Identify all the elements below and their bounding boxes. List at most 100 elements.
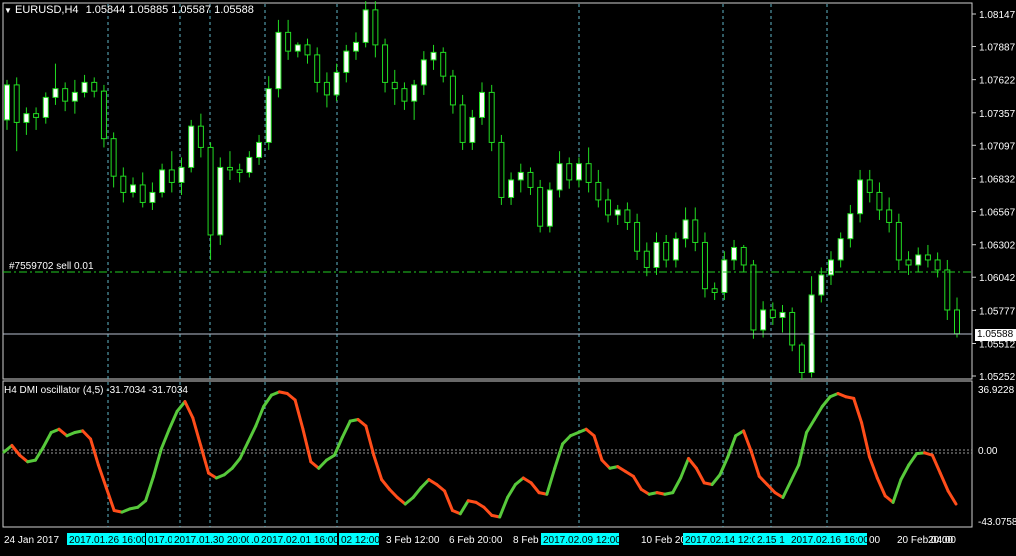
candle[interactable] xyxy=(575,157,582,188)
candle[interactable] xyxy=(924,244,931,268)
candle[interactable] xyxy=(508,172,515,205)
candle[interactable] xyxy=(760,301,767,338)
candle[interactable] xyxy=(323,72,330,108)
candle[interactable] xyxy=(149,182,156,210)
candle[interactable] xyxy=(33,107,40,130)
candle[interactable] xyxy=(197,113,204,158)
candle[interactable] xyxy=(479,82,485,125)
order-label[interactable]: #7559702 sell 0.01 xyxy=(9,261,94,272)
candle[interactable] xyxy=(818,267,825,303)
candle[interactable] xyxy=(120,167,127,203)
candle[interactable] xyxy=(391,69,398,105)
mt4-chart-window[interactable]: 1.08147 1.07887 1.07622 1.07357 1.07097 1.068… xyxy=(0,0,1016,551)
candle[interactable] xyxy=(527,167,534,195)
candle[interactable] xyxy=(827,251,834,285)
candle[interactable] xyxy=(62,82,69,112)
candle[interactable] xyxy=(372,1,379,58)
candle[interactable] xyxy=(459,94,466,150)
candle[interactable] xyxy=(236,163,243,183)
candle[interactable] xyxy=(837,232,844,268)
candle[interactable] xyxy=(944,259,951,320)
candle[interactable] xyxy=(595,169,602,208)
candle[interactable] xyxy=(188,119,195,173)
candle[interactable] xyxy=(139,172,146,208)
candle[interactable] xyxy=(71,79,78,114)
candle[interactable] xyxy=(130,177,137,198)
candlestick-series[interactable] xyxy=(4,1,960,381)
candle[interactable] xyxy=(895,213,902,270)
candle[interactable] xyxy=(624,202,631,230)
candle[interactable] xyxy=(915,247,922,273)
candle[interactable] xyxy=(246,151,253,178)
candle[interactable] xyxy=(605,188,612,223)
candle[interactable] xyxy=(905,251,912,275)
candle[interactable] xyxy=(333,63,340,102)
candle[interactable] xyxy=(711,282,718,300)
candle[interactable] xyxy=(682,207,689,248)
candle[interactable] xyxy=(275,19,282,98)
candle[interactable] xyxy=(663,234,670,268)
candle[interactable] xyxy=(168,151,175,193)
candle[interactable] xyxy=(207,142,214,260)
candle[interactable] xyxy=(110,132,117,188)
candle[interactable] xyxy=(886,197,893,233)
candle[interactable] xyxy=(23,107,30,135)
candle[interactable] xyxy=(285,19,292,60)
candle[interactable] xyxy=(100,84,107,148)
candle[interactable] xyxy=(731,239,738,270)
candle[interactable] xyxy=(779,304,786,333)
candle[interactable] xyxy=(798,342,805,381)
candle[interactable] xyxy=(13,77,20,152)
candle[interactable] xyxy=(304,38,311,64)
candle[interactable] xyxy=(362,1,369,48)
candle[interactable] xyxy=(876,182,883,220)
candle[interactable] xyxy=(537,179,544,233)
candle[interactable] xyxy=(352,32,359,60)
candle[interactable] xyxy=(808,276,815,378)
candle[interactable] xyxy=(566,157,573,189)
candle[interactable] xyxy=(643,242,650,277)
candle[interactable] xyxy=(42,92,49,124)
candle[interactable] xyxy=(847,204,854,248)
candle[interactable] xyxy=(81,74,88,98)
candle[interactable] xyxy=(866,169,873,203)
candle[interactable] xyxy=(52,63,59,105)
candle[interactable] xyxy=(692,207,699,252)
candle[interactable] xyxy=(672,232,679,268)
candle[interactable] xyxy=(91,77,98,98)
candle[interactable] xyxy=(440,47,447,83)
candle[interactable] xyxy=(546,182,553,233)
candle[interactable] xyxy=(159,163,166,198)
candle[interactable] xyxy=(498,134,505,205)
candle[interactable] xyxy=(430,44,437,70)
candle[interactable] xyxy=(178,157,185,195)
candle[interactable] xyxy=(469,109,476,150)
candle[interactable] xyxy=(265,76,272,150)
candle[interactable] xyxy=(517,163,524,193)
candle[interactable] xyxy=(411,79,418,120)
chevron-down-icon[interactable]: ▼ xyxy=(4,6,12,15)
candle[interactable] xyxy=(401,82,408,110)
candle[interactable] xyxy=(614,204,621,225)
candle[interactable] xyxy=(314,47,321,93)
candle[interactable] xyxy=(701,232,708,298)
candle[interactable] xyxy=(382,38,389,93)
candle[interactable] xyxy=(343,44,350,83)
candle[interactable] xyxy=(420,51,427,95)
candle[interactable] xyxy=(740,244,747,273)
candle[interactable] xyxy=(449,69,456,114)
candle[interactable] xyxy=(488,84,495,152)
candle[interactable] xyxy=(556,151,563,198)
candle[interactable] xyxy=(634,213,641,260)
candle[interactable] xyxy=(294,42,301,58)
candle[interactable] xyxy=(4,79,10,130)
candle[interactable] xyxy=(789,307,796,352)
candle[interactable] xyxy=(217,157,224,245)
candle[interactable] xyxy=(226,151,233,180)
candle[interactable] xyxy=(653,232,660,275)
chart-canvas[interactable]: 1.08147 1.07887 1.07622 1.07357 1.07097 1.068… xyxy=(0,0,1016,551)
candle[interactable] xyxy=(256,134,263,165)
candle[interactable] xyxy=(954,297,960,338)
candle[interactable] xyxy=(934,252,941,278)
candle[interactable] xyxy=(585,147,592,193)
